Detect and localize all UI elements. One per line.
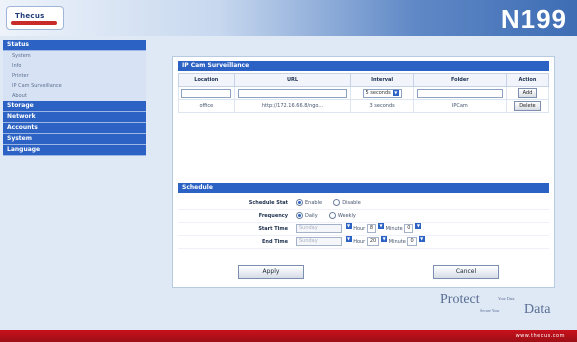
start-hour-label: Hour [353, 226, 366, 232]
apply-button[interactable]: Apply [238, 265, 304, 279]
cell-location: office [178, 99, 235, 113]
end-hour-label: Hour [353, 239, 366, 245]
page: Thecus N199 Status System Info Printer I… [0, 0, 577, 342]
ipcam-table: Location URL Interval Folder Action 5 se… [178, 73, 550, 113]
main-panel: IP Cam Surveillance Location URL Interva… [172, 56, 555, 288]
schedule-form: Schedule Stat Enable Disable Frequency D… [178, 197, 549, 249]
model-name: N199 [500, 4, 567, 34]
sidebar-item-printer[interactable]: Printer [3, 71, 146, 81]
slogan-protect: Protect [440, 292, 480, 307]
sidebar-item-about[interactable]: About [3, 91, 146, 101]
frequency-weekly-label: Weekly [337, 213, 356, 219]
header: Thecus N199 [0, 0, 577, 36]
sidebar-item-system[interactable]: System [3, 51, 146, 61]
table-row: office http://172.16.66.8/ngo... 3 secon… [178, 99, 550, 113]
schedule-disable-label: Disable [342, 200, 361, 206]
location-input[interactable] [181, 88, 232, 98]
frequency-daily-radio[interactable] [296, 212, 303, 219]
schedule-stat-row: Schedule Stat Enable Disable [178, 197, 549, 210]
column-header-folder: Folder [412, 73, 507, 87]
end-time-label: End Time [261, 239, 288, 245]
cell-folder: IPCam [412, 99, 507, 113]
sidebar-submenu-status: System Info Printer IP Cam Surveillance … [3, 51, 146, 101]
form-actions: Apply Cancel [178, 265, 549, 279]
schedule-stat-label: Schedule Stat [248, 200, 288, 206]
chevron-down-icon: ▼ [415, 223, 422, 229]
sidebar-group-storage[interactable]: Storage [3, 101, 146, 112]
cell-url: http://172.16.66.8/ngo... [233, 99, 352, 113]
schedule-enable-label: Enable [305, 200, 323, 206]
start-minute-select[interactable]: 0 [404, 224, 414, 233]
interval-select[interactable]: 5 seconds ▼ [362, 88, 402, 98]
frequency-weekly-radio[interactable] [328, 212, 336, 219]
column-header-url: URL [233, 73, 352, 87]
column-header-location: Location [178, 73, 235, 87]
column-header-interval: Interval [350, 73, 414, 87]
start-minute-label: Minute [385, 226, 403, 232]
new-camera-row: 5 seconds ▼ Add [178, 86, 550, 100]
chevron-down-icon: ▼ [381, 236, 388, 242]
chevron-down-icon: ▼ [418, 236, 425, 242]
end-hour-select[interactable]: 20 [366, 237, 380, 246]
delete-button[interactable]: Delete [514, 101, 541, 111]
add-button[interactable]: Add [517, 88, 538, 98]
end-minute-select[interactable]: 0 [407, 237, 417, 246]
cell-interval: 3 seconds [350, 99, 414, 113]
sidebar-group-language[interactable]: Language [3, 145, 146, 156]
start-time-label: Start Time [258, 226, 288, 232]
sidebar: Status System Info Printer IP Cam Survei… [3, 40, 146, 156]
chevron-down-icon: ▼ [392, 89, 399, 96]
start-day-select[interactable]: Sunday [296, 224, 342, 233]
schedule-enable-radio[interactable] [296, 199, 303, 206]
end-day-select[interactable]: Sunday [296, 237, 342, 246]
end-minute-label: Minute [388, 239, 406, 245]
interval-select-value: 5 seconds [365, 89, 391, 96]
table-header-row: Location URL Interval Folder Action [178, 73, 550, 87]
frequency-daily-label: Daily [305, 213, 318, 219]
footer-url-link[interactable]: www.thecus.com [516, 330, 565, 342]
schedule-section-title: Schedule [178, 183, 549, 193]
ipcam-section-title: IP Cam Surveillance [178, 61, 549, 71]
sidebar-item-ip-cam-surveillance[interactable]: IP Cam Surveillance [3, 81, 146, 91]
logo-text: Thecus [15, 12, 45, 20]
sidebar-item-info[interactable]: Info [3, 61, 146, 71]
start-time-row: Start Time Sunday ▼ Hour 8 ▼ Minute 0 ▼ [178, 223, 549, 236]
slogan-data: Data [524, 302, 551, 317]
sidebar-group-status[interactable]: Status [3, 40, 146, 51]
column-header-action: Action [505, 73, 550, 87]
folder-input[interactable] [417, 88, 503, 98]
slogan-secure-your: Secure Your [480, 308, 500, 313]
start-hour-select[interactable]: 8 [366, 224, 377, 233]
thecus-logo[interactable]: Thecus [6, 6, 64, 30]
sidebar-group-system[interactable]: System [3, 134, 146, 145]
frequency-label: Frequency [258, 213, 288, 219]
frequency-row: Frequency Daily Weekly [178, 210, 549, 223]
chevron-down-icon: ▼ [345, 236, 352, 242]
ipcam-table-area: Location URL Interval Folder Action 5 se… [178, 73, 550, 177]
schedule-disable-radio[interactable] [333, 199, 341, 206]
slogan-your-data: Your Data [498, 296, 515, 301]
sidebar-group-accounts[interactable]: Accounts [3, 123, 146, 134]
footer-bar [0, 330, 577, 342]
logo-swoosh-icon [11, 21, 57, 25]
url-input[interactable] [238, 88, 347, 98]
cancel-button[interactable]: Cancel [433, 265, 499, 279]
end-time-row: End Time Sunday ▼ Hour 20 ▼ Minute 0 ▼ [178, 236, 549, 249]
sidebar-group-network[interactable]: Network [3, 112, 146, 123]
chevron-down-icon: ▼ [345, 223, 352, 229]
chevron-down-icon: ▼ [378, 223, 385, 229]
